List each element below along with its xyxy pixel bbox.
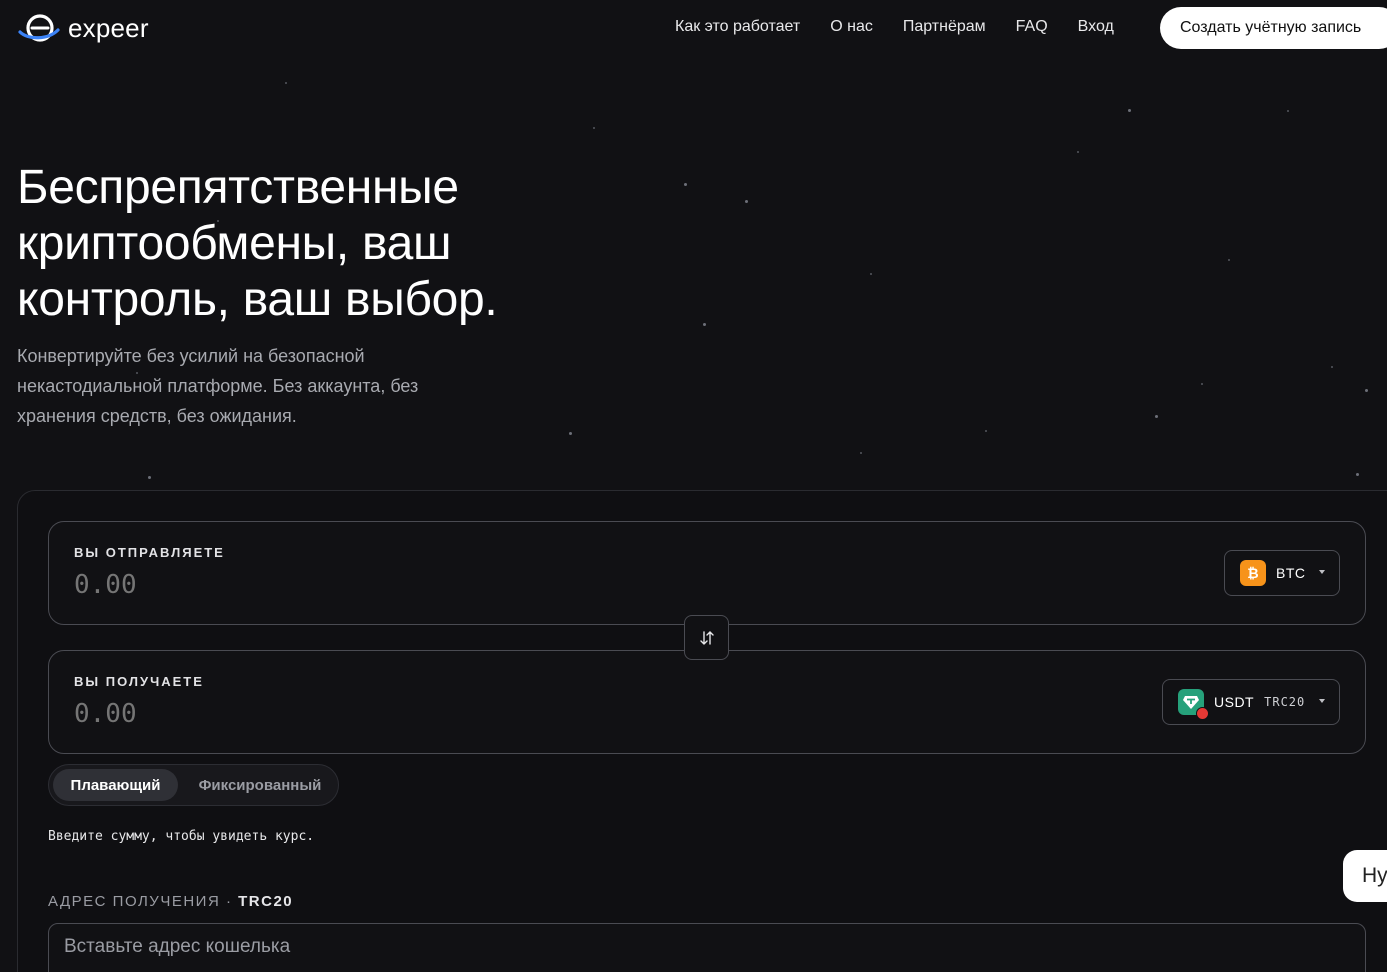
rate-mode-toggle: Плавающий Фиксированный [48, 764, 339, 806]
send-amount-input[interactable] [74, 570, 374, 600]
svg-text:₿: ₿ [1247, 566, 1258, 581]
receive-label: ВЫ ПОЛУЧАЕТЕ [74, 674, 204, 689]
send-amount-box: ВЫ ОТПРАВЛЯЕТЕ ₿ BTC [48, 521, 1366, 625]
nav-partners[interactable]: Партнёрам [903, 16, 986, 38]
main-nav: Как это работает О нас Партнёрам FAQ Вхо… [675, 16, 1114, 38]
tron-network-icon [1196, 707, 1209, 720]
hero-title: Беспрепятственные криптообмены, ваш конт… [17, 161, 498, 326]
site-header: expeer Как это работает О нас Партнёрам … [0, 0, 1387, 56]
rate-floating-option[interactable]: Плавающий [53, 769, 178, 801]
address-label: АДРЕС ПОЛУЧЕНИЯ · TRC20 [48, 893, 293, 910]
receive-coin-symbol: USDT [1214, 694, 1255, 710]
receive-amount-box: ВЫ ПОЛУЧАЕТЕ USDT TRC20 [48, 650, 1366, 754]
receive-coin-network: TRC20 [1264, 695, 1306, 709]
expeer-logo-icon [18, 14, 60, 42]
help-chat-bubble[interactable]: Ну [1343, 850, 1387, 902]
receive-amount-input[interactable] [74, 699, 374, 729]
send-coin-select[interactable]: ₿ BTC [1224, 550, 1340, 596]
brand-logo[interactable]: expeer [18, 10, 149, 46]
nav-about[interactable]: О нас [830, 16, 873, 38]
nav-faq[interactable]: FAQ [1016, 16, 1048, 38]
create-account-button[interactable]: Создать учётную запись [1160, 7, 1387, 49]
send-coin-symbol: BTC [1276, 565, 1306, 581]
send-label: ВЫ ОТПРАВЛЯЕТЕ [74, 545, 225, 560]
brand-name: expeer [68, 12, 149, 43]
chevron-down-icon [1319, 570, 1325, 574]
wallet-address-input[interactable] [48, 923, 1366, 972]
receive-coin-select[interactable]: USDT TRC20 [1162, 679, 1340, 725]
address-label-text: АДРЕС ПОЛУЧЕНИЯ [48, 893, 221, 910]
chevron-down-icon [1319, 699, 1325, 703]
hero-subtitle: Конвертируйте без усилий на безопасной н… [17, 346, 419, 426]
nav-login[interactable]: Вход [1078, 16, 1114, 38]
address-label-separator: · [220, 893, 239, 910]
tether-icon [1178, 689, 1209, 720]
rate-hint: Введите сумму, чтобы увидеть курс. [48, 829, 315, 844]
nav-how-it-works[interactable]: Как это работает [675, 16, 800, 38]
swap-direction-button[interactable] [684, 615, 729, 660]
bitcoin-icon: ₿ [1240, 560, 1266, 586]
rate-fixed-option[interactable]: Фиксированный [185, 769, 335, 801]
address-network: TRC20 [238, 893, 294, 910]
swap-arrows-icon [699, 630, 714, 645]
